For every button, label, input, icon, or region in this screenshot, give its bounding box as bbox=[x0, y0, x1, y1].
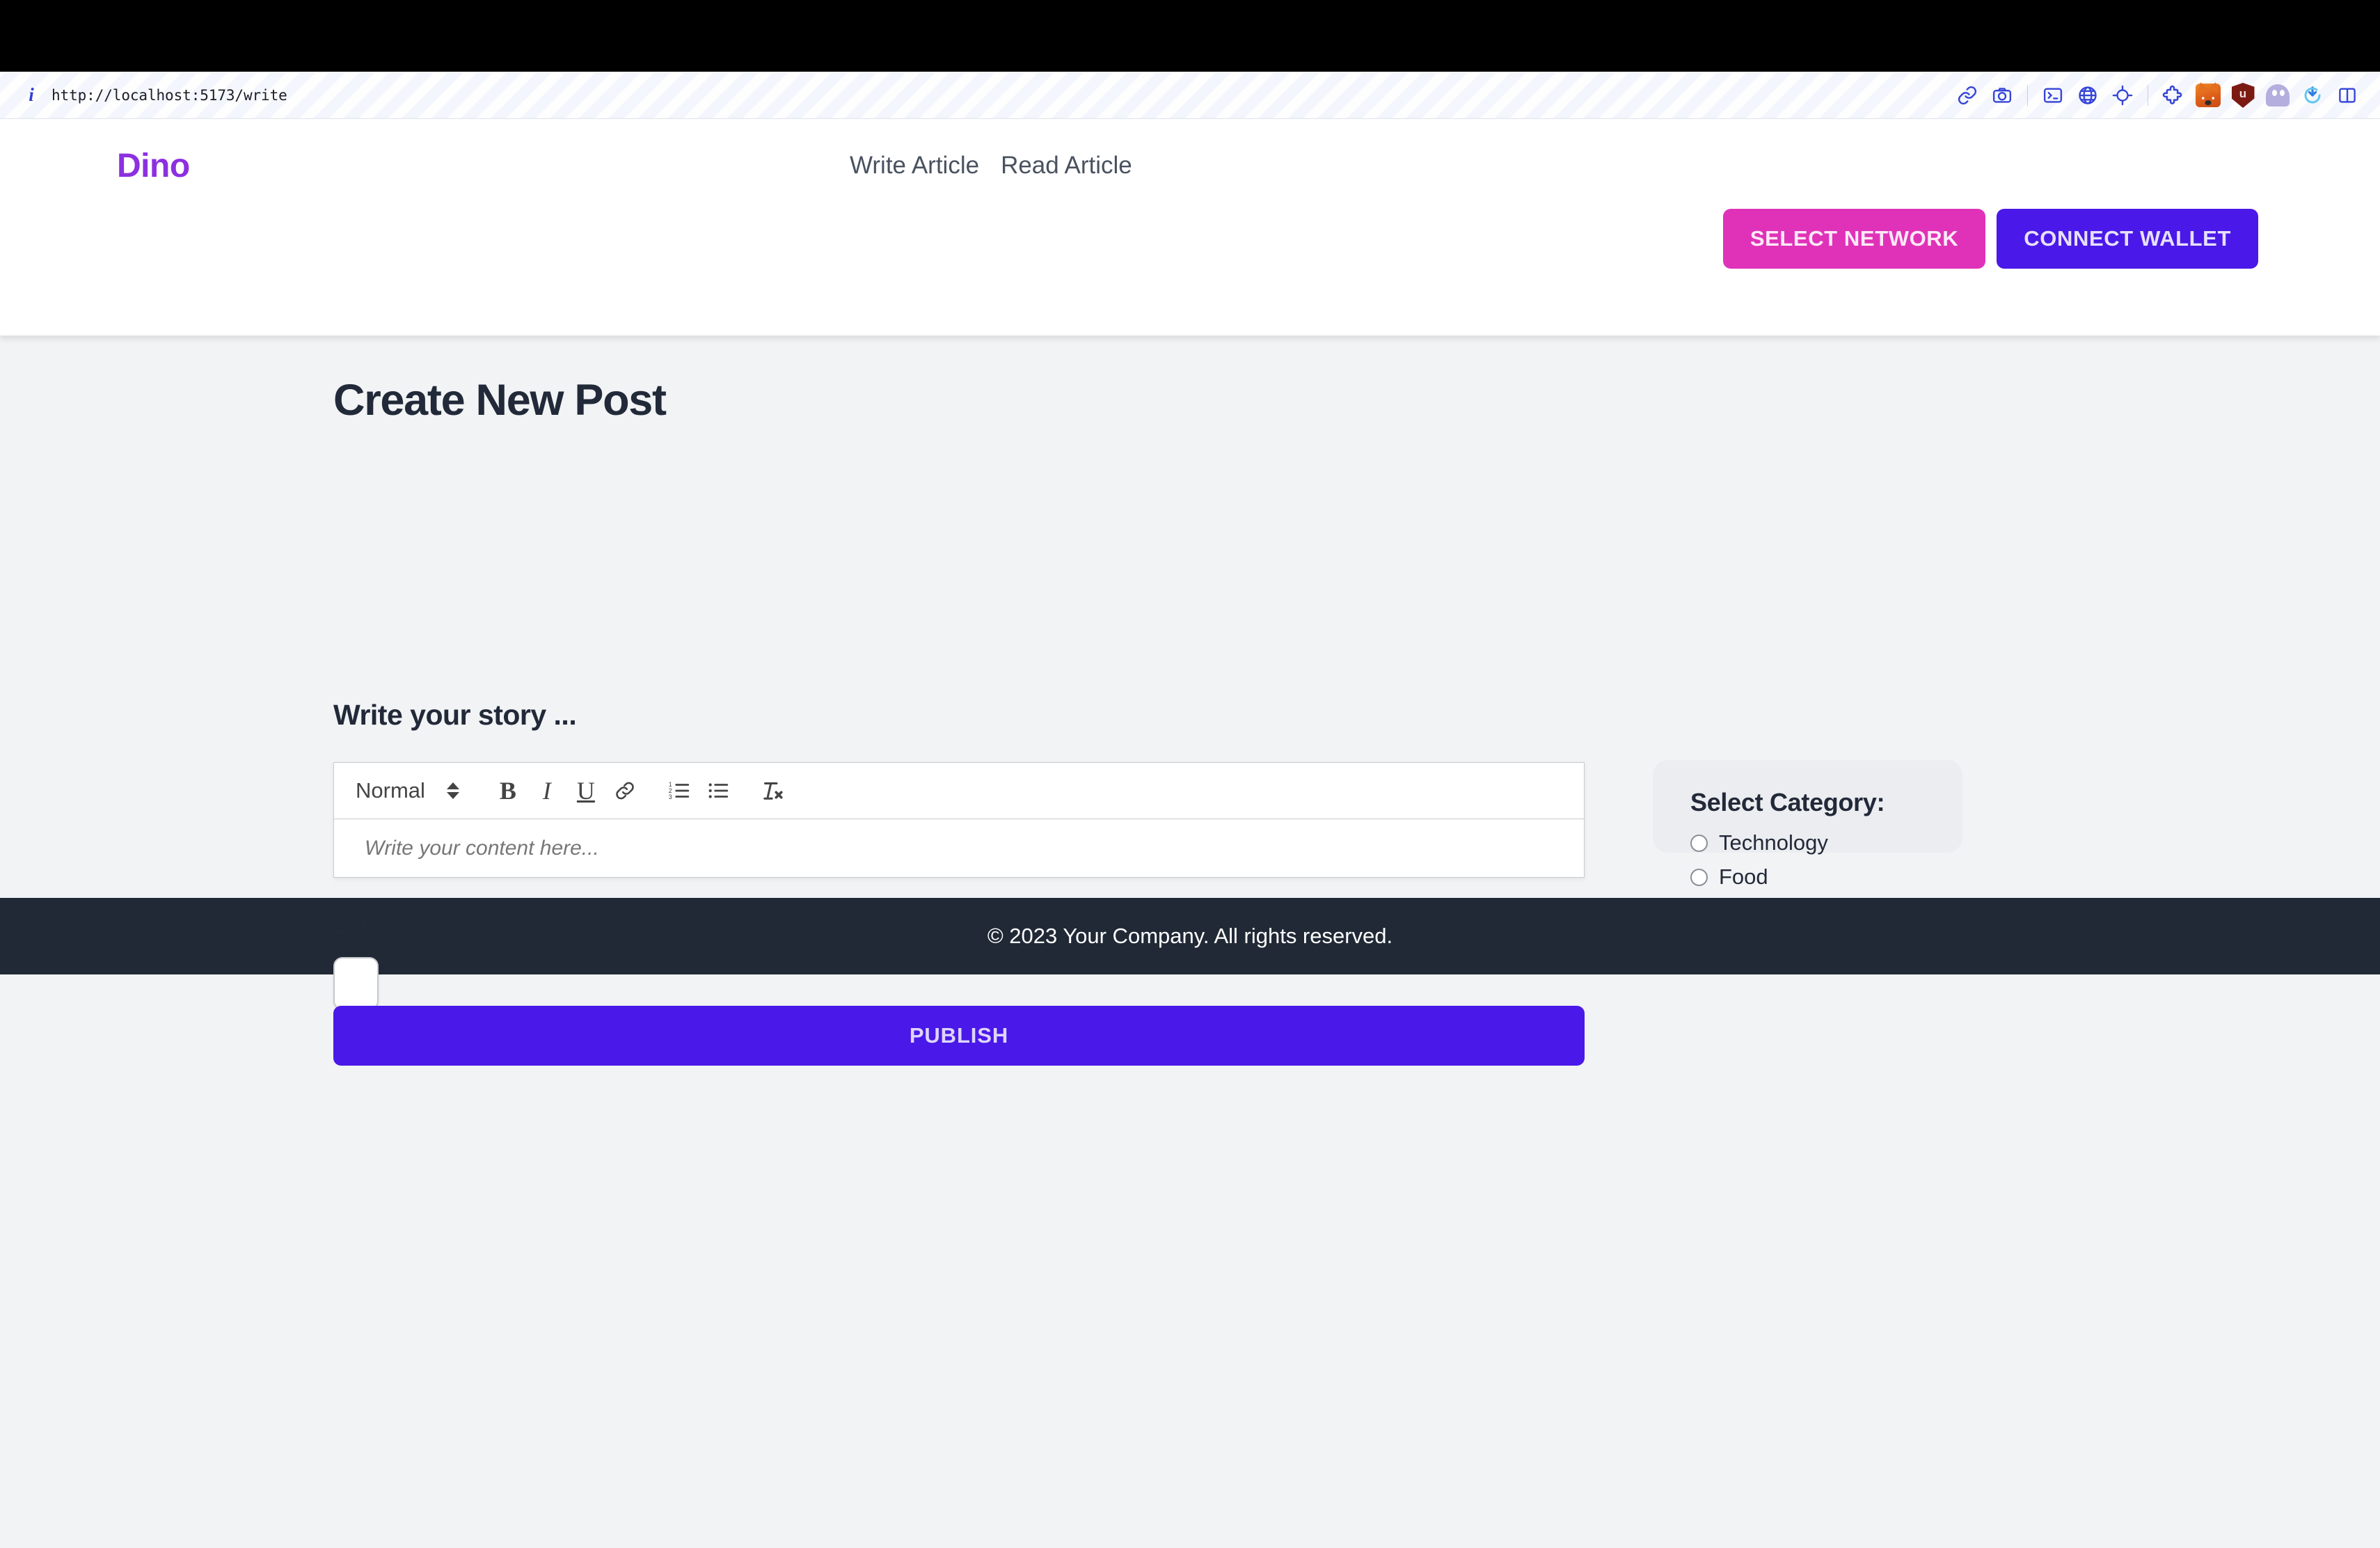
toolbar-separator bbox=[2027, 85, 2028, 106]
category-panel: Select Category: Technology Food bbox=[1653, 760, 1962, 889]
main-nav: Write Article Read Article bbox=[850, 152, 1132, 180]
page-title: Create New Post bbox=[333, 376, 667, 425]
target-icon[interactable] bbox=[2105, 78, 2140, 113]
ublock-shield-icon[interactable]: u bbox=[2226, 78, 2260, 113]
category-option-food[interactable]: Food bbox=[1690, 864, 1962, 890]
link-icon[interactable] bbox=[1950, 78, 1985, 113]
navbar: Dino Write Article Read Article SELECT N… bbox=[0, 119, 2380, 269]
puzzle-extensions-icon[interactable] bbox=[2156, 78, 2191, 113]
metamask-fox-icon[interactable] bbox=[2191, 78, 2226, 113]
nav-item-read-article[interactable]: Read Article bbox=[1001, 152, 1132, 180]
sidebar-panel-icon[interactable] bbox=[2330, 78, 2365, 113]
info-icon[interactable]: i bbox=[24, 84, 39, 106]
category-title: Select Category: bbox=[1690, 788, 1885, 816]
browser-toolbar-icons: u bbox=[1950, 72, 2365, 119]
footer-copyright: © 2023 Your Company. All rights reserved… bbox=[987, 924, 1393, 948]
editor-content-area[interactable]: Write your content here... bbox=[333, 819, 1585, 878]
site-header: Dino Write Article Read Article SELECT N… bbox=[0, 119, 2380, 425]
rich-text-editor: Normal B I U 1 2 3 Write your content he… bbox=[333, 762, 1585, 878]
connect-wallet-button[interactable]: CONNECT WALLET bbox=[1997, 209, 2258, 269]
format-picker-value: Normal bbox=[356, 778, 425, 803]
clear-format-icon[interactable] bbox=[753, 771, 792, 810]
ordered-list-icon[interactable]: 1 2 3 bbox=[660, 771, 699, 810]
browser-titlebar bbox=[0, 0, 2380, 72]
radio-icon[interactable] bbox=[1690, 834, 1708, 852]
underline-button[interactable]: U bbox=[566, 771, 605, 810]
editor-placeholder: Write your content here... bbox=[365, 836, 599, 860]
browser-url-bar[interactable]: i http://localhost:5173/write u bbox=[0, 72, 2380, 119]
category-option-technology[interactable]: Technology bbox=[1690, 830, 1962, 855]
nav-item-write-article[interactable]: Write Article bbox=[850, 152, 979, 180]
header-actions: SELECT NETWORK CONNECT WALLET bbox=[1722, 209, 2258, 269]
link-icon[interactable] bbox=[605, 771, 644, 810]
globe-icon[interactable] bbox=[2070, 78, 2105, 113]
download-refresh-icon[interactable] bbox=[2295, 78, 2330, 113]
editor-toolbar: Normal B I U 1 2 3 bbox=[333, 762, 1585, 819]
publish-button[interactable]: PUBLISH bbox=[333, 1006, 1585, 1066]
format-picker[interactable]: Normal bbox=[356, 778, 459, 803]
chevron-updown-icon bbox=[446, 782, 459, 799]
select-network-button[interactable]: SELECT NETWORK bbox=[1722, 209, 1986, 269]
story-heading: Write your story ... bbox=[333, 699, 577, 731]
brand-logo[interactable]: Dino bbox=[117, 147, 190, 185]
italic-button[interactable]: I bbox=[527, 771, 566, 810]
terminal-icon[interactable] bbox=[2036, 78, 2070, 113]
category-label: Food bbox=[1719, 864, 1768, 889]
bullet-list-icon[interactable] bbox=[699, 771, 738, 810]
bold-button[interactable]: B bbox=[489, 771, 527, 810]
url-text[interactable]: http://localhost:5173/write bbox=[51, 87, 287, 104]
category-label: Technology bbox=[1719, 830, 1828, 855]
ghostery-ghost-icon[interactable] bbox=[2260, 78, 2295, 113]
radio-icon[interactable] bbox=[1690, 868, 1708, 886]
camera-icon[interactable] bbox=[1985, 78, 2020, 113]
price-label: Set Price: bbox=[333, 912, 440, 938]
svg-text:3: 3 bbox=[669, 793, 672, 800]
price-input[interactable] bbox=[333, 957, 379, 1010]
